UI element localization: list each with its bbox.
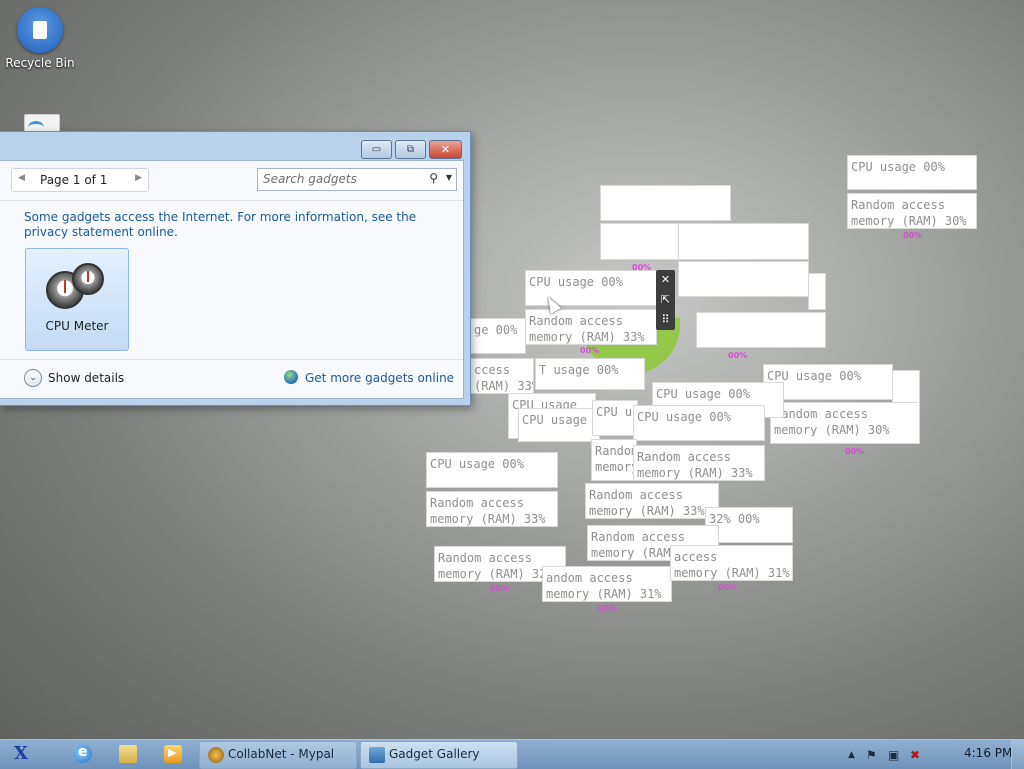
gadget-gallery-icon: [369, 747, 385, 763]
gadget-toolbar[interactable]: ✕ ⇱ ⠿: [656, 270, 675, 330]
page-navigator: ◀ Page 1 of 1 ▶: [11, 168, 149, 192]
up-arrow-icon[interactable]: ▲: [848, 750, 855, 760]
cpu-gadget-ram[interactable]: Random access memory (RAM) 33%: [633, 445, 765, 481]
recycle-bin-label: Recycle Bin: [5, 56, 75, 70]
minimize-button[interactable]: ▭: [361, 140, 392, 159]
close-button[interactable]: ✕: [429, 140, 462, 159]
restore-button[interactable]: ⧉: [395, 140, 426, 159]
volume-muted-icon[interactable]: ✖: [910, 748, 920, 762]
gadget-gallery-window[interactable]: ▭ ⧉ ✕ ◀ Page 1 of 1 ▶ Search gadgets ⚲ ▼…: [0, 131, 471, 406]
ram-usage-text: Random access memory (RAM) 33%: [589, 488, 705, 518]
cpu-usage-text: T usage 00%: [539, 363, 619, 377]
cpu-gadget-ram[interactable]: Random access memory (RAM) 30%: [770, 402, 920, 444]
mypal-browser-icon: [208, 747, 224, 763]
cpu-usage-text: CPU usage 00%: [851, 160, 945, 174]
gadget-percent: 00%: [845, 447, 865, 456]
show-desktop-button[interactable]: [1011, 740, 1024, 769]
globe-icon: [284, 370, 298, 384]
gadget-percent: 00%: [728, 351, 748, 360]
cpu-gadget-ram[interactable]: Random access memory (RAM) 33%: [585, 483, 719, 519]
taskbar-button-gadget-gallery[interactable]: Gadget Gallery: [360, 741, 518, 769]
gallery-body: ◀ Page 1 of 1 ▶ Search gadgets ⚲ ▼ Some …: [0, 160, 464, 399]
cpu-gadget-cpu[interactable]: CPU u: [592, 400, 638, 436]
gadget-percent: 00%: [718, 583, 738, 592]
ram-usage-text: Random access memory (RAM) 33%: [430, 496, 546, 526]
flag-icon[interactable]: ⚑: [866, 748, 877, 762]
ram-usage-text: Random access memory (RAM) 33%: [529, 314, 645, 344]
cpu-gadget-cpu[interactable]: CPU usage 00%: [847, 155, 977, 190]
gadget-blank-panel: [600, 185, 731, 221]
search-icon[interactable]: ⚲: [429, 171, 438, 185]
ram-usage-text: Random a memory (: [595, 444, 637, 474]
gadget-percent: 00%: [490, 584, 510, 593]
recycle-bin[interactable]: Recycle Bin: [0, 0, 80, 70]
cpu-gadget-cpu[interactable]: ge 00%: [470, 318, 526, 354]
search-placeholder: Search gadgets: [263, 172, 357, 186]
gadget-blank-panel: [678, 261, 809, 297]
cpu-gadget-cpu[interactable]: CPU usage 00%: [426, 452, 558, 488]
get-more-gadgets-link[interactable]: Get more gadgets online: [305, 371, 454, 385]
gadget-blank-panel: [808, 273, 826, 310]
gadget-drag-grip-icon[interactable]: ⠿: [656, 310, 675, 330]
cpu-gadget-ram[interactable]: andom access memory (RAM) 31%: [542, 566, 672, 602]
gadget-blank-panel: [600, 223, 679, 260]
ram-usage-text: Random access memory (RAM) 33%: [637, 450, 753, 480]
ram-usage-text: ccess (RAM) 33%: [474, 363, 533, 393]
ram-usage-text: andom access memory (RAM) 31%: [546, 571, 662, 601]
chevron-down-icon[interactable]: ▼: [446, 173, 452, 182]
folder-icon[interactable]: [119, 745, 137, 763]
cpu-gadget-cpu[interactable]: CPU usage: [518, 408, 600, 442]
chevron-down-icon[interactable]: ⌄: [24, 369, 42, 387]
gadget-percent: 00%: [598, 604, 618, 613]
gadget-close-icon[interactable]: ✕: [656, 270, 675, 290]
gadget-resize-icon[interactable]: ⇱: [656, 290, 675, 310]
cpu-gadget-ram[interactable]: Random access memory (RAM) 30%: [847, 193, 977, 229]
cpu-meter-gadget-tile[interactable]: CPU Meter: [25, 248, 129, 351]
ram-usage-text: Random access memory (RAM) 30%: [774, 407, 890, 437]
divider: [0, 200, 463, 201]
gadget-tile-label: CPU Meter: [45, 319, 109, 333]
taskbar: X CollabNet - Mypal Gadget Gallery ▲ ⚑ ▣…: [0, 739, 1024, 769]
cpu-gadget-ram[interactable]: Random access memory (RAM) 33%: [426, 491, 558, 527]
cpu-gadget-ram[interactable]: access memory (RAM) 31%: [670, 545, 793, 581]
media-player-icon[interactable]: [164, 745, 182, 763]
cpu-gadget-ram[interactable]: ccess (RAM) 33%: [470, 358, 534, 394]
search-gadgets-input[interactable]: Search gadgets ⚲ ▼: [257, 168, 457, 191]
system-tray: ▲ ⚑ ▣ ✖ 4:16 PM: [834, 740, 1024, 769]
gadget-blank-panel: [678, 223, 809, 260]
ram-usage-text: access memory (RAM) 31%: [674, 550, 790, 580]
page-indicator: Page 1 of 1: [40, 173, 108, 187]
cpu-usage-text: CPU usage 00%: [529, 275, 623, 289]
gadget-percent: 00%: [580, 346, 600, 355]
internet-notice[interactable]: Some gadgets access the Internet. For mo…: [24, 210, 444, 240]
cpu-gadget-cpu[interactable]: T usage 00%: [535, 358, 645, 390]
taskbar-button-mypal[interactable]: CollabNet - Mypal: [199, 741, 357, 769]
cpu-usage-text: CPU usage: [522, 413, 588, 427]
start-button[interactable]: X: [14, 743, 38, 765]
cpu-usage-text: CPU usage 00%: [637, 410, 731, 424]
recycle-bin-icon: [17, 7, 63, 53]
cpu-gadget-cpu[interactable]: CPU usage 00%: [633, 405, 765, 441]
clock[interactable]: 4:16 PM: [964, 746, 1012, 760]
task-label: Gadget Gallery: [389, 747, 480, 761]
window-controls: ▭ ⧉ ✕: [361, 140, 462, 159]
task-label: CollabNet - Mypal: [228, 747, 335, 761]
network-icon[interactable]: ▣: [888, 748, 899, 762]
next-page-icon[interactable]: ▶: [135, 173, 142, 183]
gadget-percent: 00%: [903, 231, 923, 240]
cpu-gadget-ram[interactable]: Random access memory (RAM) 33%: [525, 309, 657, 345]
internet-explorer-icon[interactable]: [74, 744, 92, 763]
cpu-meter-icon: [46, 263, 108, 311]
gallery-footer: ⌄ Show details Get more gadgets online: [0, 360, 463, 400]
previous-page-icon[interactable]: ◀: [18, 173, 25, 183]
cpu-usage-text: CPU u: [596, 405, 633, 419]
cpu-gadget-ram[interactable]: Random a memory (: [591, 439, 637, 481]
cpu-usage-text: ge 00%: [474, 323, 518, 337]
cpu-usage-text: CPU usage 00%: [656, 387, 750, 401]
show-details-button[interactable]: Show details: [48, 371, 124, 385]
ram-usage-text: Random access memory (RAM) 30%: [851, 198, 967, 228]
gadget-blank-panel: [696, 312, 826, 348]
cpu-usage-text: CPU usage 00%: [430, 457, 524, 471]
